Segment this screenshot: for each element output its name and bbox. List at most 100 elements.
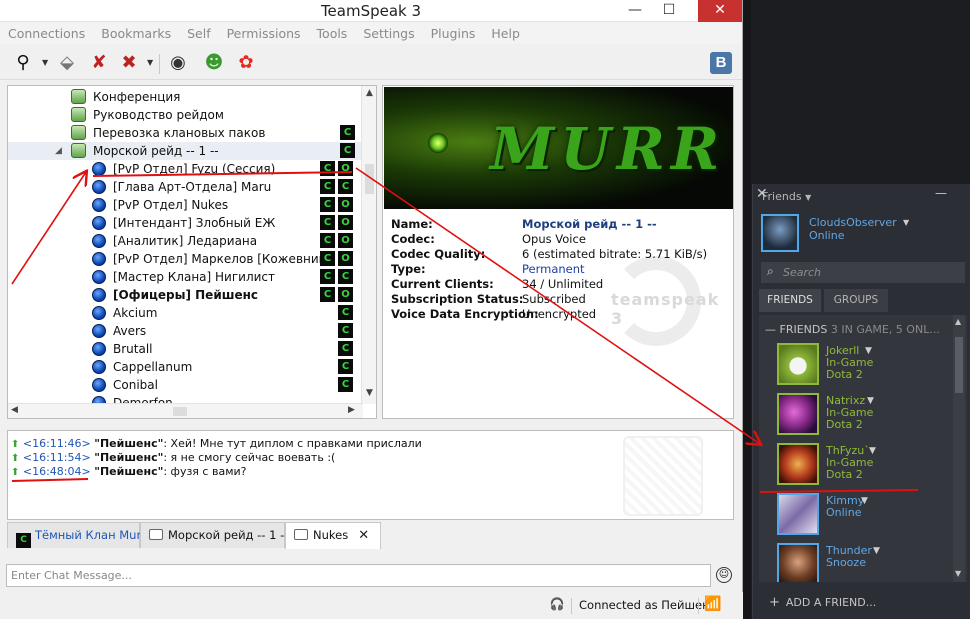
maximize-button[interactable]: ☐ (654, 0, 684, 22)
menu-help[interactable]: Help (491, 26, 520, 41)
avatar[interactable] (761, 214, 799, 252)
emoticon-icon[interactable]: ☺ (716, 567, 732, 583)
friend-avatar[interactable] (777, 543, 819, 582)
friend-avatar[interactable] (777, 493, 819, 535)
menu-self[interactable]: Self (187, 26, 211, 41)
add-friend-button[interactable]: + ADD A FRIEND... (769, 595, 876, 610)
mute-icon[interactable]: ✖ (118, 52, 140, 74)
client-row[interactable]: [PvP Отдел] Nukes C O (8, 196, 363, 214)
menu-connections[interactable]: Connections (8, 26, 85, 41)
chat-input[interactable] (7, 565, 710, 586)
client-row[interactable]: [Мастер Клана] Нигилист C C (8, 268, 363, 286)
client-row[interactable]: Cappellanum C (8, 358, 363, 376)
channel-row[interactable]: Перевозка клановых паков C (8, 124, 363, 142)
client-badge-icon: C (320, 215, 335, 230)
subscribe-icon[interactable]: ◉ (167, 52, 189, 74)
friend-item[interactable]: Thunder ▼ Snooze (777, 543, 947, 582)
tab-private[interactable]: Nukes ✕ (285, 522, 381, 549)
steam-search-box[interactable]: ⌕ (761, 262, 965, 283)
friends-list[interactable]: — FRIENDS 3 IN GAME, 5 ONL... Jokerll ▼ … (759, 315, 967, 582)
chevron-down-icon[interactable]: ▼ (873, 546, 880, 556)
headset-icon[interactable]: 🎧 (549, 597, 565, 613)
friends-scrollbar[interactable]: ▲ ▼ (953, 315, 965, 582)
client-status-icon (92, 306, 106, 320)
client-row[interactable]: Brutall C (8, 340, 363, 358)
connection-quality-icon[interactable]: 📶 (704, 596, 721, 612)
channel-row[interactable]: Руководство рейдом (8, 106, 363, 124)
scroll-down-icon[interactable]: ▼ (362, 388, 376, 398)
menu-permissions[interactable]: Permissions (227, 26, 301, 41)
client-row[interactable]: [PvP Отдел] Fyzu (Сессия) C O (8, 160, 363, 178)
client-row[interactable]: [Интендант] Злобный ЕЖ C O (8, 214, 363, 232)
scroll-thumb[interactable] (365, 164, 374, 194)
bookmarks-icon[interactable]: ⬙ (56, 52, 78, 74)
chevron-down-icon[interactable]: ▼ (865, 346, 872, 356)
chat-sender[interactable]: "Пейшенс" (94, 437, 163, 450)
scroll-left-icon[interactable]: ◀ (11, 405, 18, 415)
scroll-thumb[interactable] (955, 337, 963, 393)
client-row[interactable]: Akcium C (8, 304, 363, 322)
chevron-down-icon[interactable]: ▼ (869, 446, 876, 456)
tab-server[interactable]: C Тёмный Клан Murr (7, 522, 146, 548)
close-button[interactable]: ✕ (698, 0, 742, 22)
vk-icon[interactable]: B (710, 52, 732, 74)
minimize-button[interactable]: — (620, 0, 650, 22)
tree-vertical-scrollbar[interactable]: ▲ ▼ (361, 86, 376, 404)
steam-self-profile[interactable]: CloudsObserver ▼ Online (761, 214, 966, 254)
channel-tree[interactable]: Конференция Руководство рейдом Перевозка… (7, 85, 377, 419)
friend-item[interactable]: ThFyzu` ▼ In-Game Dota 2 (777, 443, 947, 493)
chat-input-box[interactable] (6, 564, 711, 587)
friend-avatar[interactable] (777, 343, 819, 385)
steam-search-input[interactable] (783, 262, 961, 283)
scroll-up-icon[interactable]: ▲ (955, 317, 961, 326)
channel-row-active[interactable]: ◢ Морской рейд -- 1 -- C (8, 142, 363, 160)
client-badge-icon: C (338, 179, 353, 194)
scroll-up-icon[interactable]: ▲ (362, 88, 376, 98)
friend-avatar[interactable] (777, 393, 819, 435)
collapse-icon[interactable]: — (765, 323, 776, 336)
menu-plugins[interactable]: Plugins (431, 26, 476, 41)
connect-dropdown-icon[interactable]: ▼ (42, 58, 48, 67)
chevron-down-icon[interactable]: ▼ (867, 396, 874, 406)
scroll-right-icon[interactable]: ▶ (348, 405, 355, 415)
collapse-arrow-icon[interactable]: ◢ (55, 146, 62, 156)
info-value: Unencrypted (522, 307, 597, 321)
friend-game: Dota 2 (826, 418, 863, 431)
client-row[interactable]: [Глава Арт-Отдела] Maru C C (8, 178, 363, 196)
disconnect-icon[interactable]: ✘ (88, 52, 110, 74)
client-row[interactable]: [Аналитик] Ледариана C O (8, 232, 363, 250)
friend-item[interactable]: Jokerll ▼ In-Game Dota 2 (777, 343, 947, 393)
chat-sender[interactable]: "Пейшенс" (94, 451, 163, 464)
plugin-flower-icon[interactable]: ✿ (235, 52, 257, 74)
friends-list-header[interactable]: — FRIENDS 3 IN GAME, 5 ONL... (765, 323, 940, 336)
chevron-down-icon[interactable]: ▼ (903, 218, 909, 227)
chat-log[interactable]: ⬆ <16:11:46> "Пейшенс": Хей! Мне тут дип… (7, 430, 734, 520)
tab-friends[interactable]: FRIENDS (759, 289, 821, 312)
client-label: Avers (113, 324, 147, 338)
steam-close-button[interactable]: ✕ (756, 186, 963, 202)
channel-label: Руководство рейдом (93, 108, 224, 122)
scroll-down-icon[interactable]: ▼ (955, 569, 961, 578)
friend-item[interactable]: Kimmy ▼ Online (777, 493, 947, 543)
client-row[interactable]: [Офицеры] Пейшенс C O (8, 286, 363, 304)
channel-row[interactable]: Конференция (8, 88, 363, 106)
scroll-thumb[interactable] (173, 407, 187, 416)
menu-bookmarks[interactable]: Bookmarks (101, 26, 171, 41)
chat-sender[interactable]: "Пейшенс" (94, 465, 163, 478)
tab-groups[interactable]: GROUPS (824, 289, 888, 312)
contacts-icon[interactable]: ☻ (203, 52, 225, 74)
chevron-down-icon[interactable]: ▼ (861, 496, 868, 506)
client-row[interactable]: [PvP Отдел] Маркелов [Кожевник] C O (8, 250, 363, 268)
client-row[interactable]: Conibal C (8, 376, 363, 394)
tab-channel[interactable]: Морской рейд -- 1 -- (140, 522, 288, 548)
friend-item[interactable]: Natrixz ▼ In-Game Dota 2 (777, 393, 947, 443)
client-row[interactable]: Avers C (8, 322, 363, 340)
friend-avatar[interactable] (777, 443, 819, 485)
connection-status: Connected as Пейшенс (579, 598, 716, 612)
away-dropdown-icon[interactable]: ▼ (147, 58, 153, 67)
tree-horizontal-scrollbar[interactable]: ◀ ▶ (8, 403, 363, 418)
menu-tools[interactable]: Tools (317, 26, 348, 41)
connect-icon[interactable]: ⚲ (12, 52, 34, 74)
menu-settings[interactable]: Settings (363, 26, 414, 41)
tab-close-icon[interactable]: ✕ (358, 528, 369, 543)
